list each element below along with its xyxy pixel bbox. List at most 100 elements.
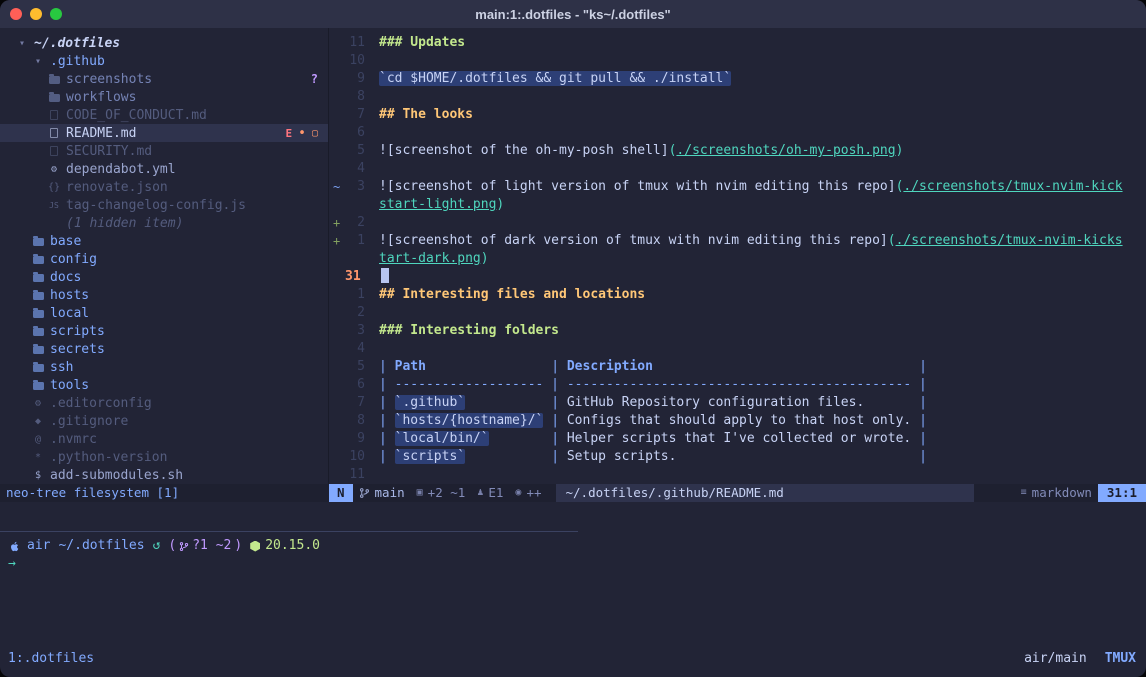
apple-icon: [8, 540, 21, 553]
line-text: ## The looks: [379, 106, 473, 124]
editor-line[interactable]: 5![screenshot of the oh-my-posh shell](.…: [329, 142, 1146, 160]
editor-line[interactable]: 3### Interesting folders: [329, 322, 1146, 340]
editor-line[interactable]: 6: [329, 124, 1146, 142]
folder-icon: [30, 380, 46, 390]
tree-item-add-submodules-sh[interactable]: $add-submodules.sh: [0, 466, 328, 484]
tree-item-tools[interactable]: tools: [0, 376, 328, 394]
prompt-git-status: ( ?1 ~2): [168, 537, 242, 555]
folder-icon: [30, 236, 46, 246]
editor-line[interactable]: 6| ------------------- | ---------------…: [329, 376, 1146, 394]
editor-line[interactable]: start-light.png): [329, 196, 1146, 214]
tree-item-code-of-conduct-md[interactable]: CODE_OF_CONDUCT.md: [0, 106, 328, 124]
editor-line[interactable]: 5| Path | Description |: [329, 358, 1146, 376]
tmux-statusbar: 1:.dotfiles air/main TMUX: [0, 645, 1146, 677]
tree-item-base[interactable]: base: [0, 232, 328, 250]
editor-line[interactable]: 10: [329, 52, 1146, 70]
sync-icon: ↺: [153, 537, 161, 555]
tree-item-badges: ?: [311, 72, 328, 86]
folder-icon: [30, 254, 46, 264]
gitsigns-column: +: [329, 232, 343, 250]
tree-item-editorconfig[interactable]: ⚙.editorconfig: [0, 394, 328, 412]
tree-item-workflows[interactable]: workflows: [0, 88, 328, 106]
line-text: ### Updates: [379, 34, 465, 52]
tree-item-config[interactable]: config: [0, 250, 328, 268]
gitsigns-column: [329, 88, 343, 106]
terminal-window: main:1:.dotfiles - "ks~/.dotfiles" ▾~/.d…: [0, 0, 1146, 677]
editor-line[interactable]: 1## Interesting files and locations: [329, 286, 1146, 304]
editor-line[interactable]: 9| `local/bin/` | Helper scripts that I'…: [329, 430, 1146, 448]
tree-item-nvmrc[interactable]: @.nvmrc: [0, 430, 328, 448]
minimize-button[interactable]: [30, 8, 42, 20]
close-button[interactable]: [10, 8, 22, 20]
tree-item-screenshots[interactable]: screenshots?: [0, 70, 328, 88]
editor-line[interactable]: 31: [329, 268, 1146, 286]
js-icon: JS: [46, 201, 62, 210]
editor-line[interactable]: 7## The looks: [329, 106, 1146, 124]
line-number: [343, 250, 365, 268]
git-status-counts: ?1 ~2: [192, 537, 231, 555]
line-text: ![screenshot of light version of tmux wi…: [379, 178, 1123, 196]
editor-line[interactable]: tart-dark.png): [329, 250, 1146, 268]
fullscreen-button[interactable]: [50, 8, 62, 20]
window-title: main:1:.dotfiles - "ks~/.dotfiles": [475, 7, 670, 22]
tree-item-scripts[interactable]: scripts: [0, 322, 328, 340]
tree-item-dotfiles[interactable]: ▾~/.dotfiles: [0, 34, 328, 52]
window-controls: [10, 8, 62, 20]
line-number: 4: [343, 340, 365, 358]
editor-line[interactable]: 2: [329, 304, 1146, 322]
tree-item-tag-changelog-config-js[interactable]: JS tag-changelog-config.js: [0, 196, 328, 214]
editor-line[interactable]: ~3 ![screenshot of light version of tmux …: [329, 178, 1146, 196]
tree-item-dependabot-yml[interactable]: ⚙dependabot.yml: [0, 160, 328, 178]
tree-item-renovate-json[interactable]: {}renovate.json: [0, 178, 328, 196]
line-number: 31: [343, 268, 367, 286]
tree-item-label: CODE_OF_CONDUCT.md: [66, 108, 207, 123]
tree-item-1-hidden-item[interactable]: (1 hidden item): [0, 214, 328, 232]
editor-line[interactable]: +1![screenshot of dark version of tmux w…: [329, 232, 1146, 250]
tree-item-gitignore[interactable]: ◆.gitignore: [0, 412, 328, 430]
shell-pane[interactable]: air ~/.dotfiles ↺ ( ?1 ~2) 20.15.0 →: [0, 532, 1146, 645]
copilot-segment: ◉ ++: [509, 484, 547, 502]
editor-line[interactable]: 4: [329, 340, 1146, 358]
tree-item-python-version[interactable]: *.python-version: [0, 448, 328, 466]
line-number: 7: [343, 394, 365, 412]
line-text: ### Interesting folders: [379, 322, 559, 340]
tree-item-label: renovate.json: [66, 180, 168, 195]
editor-buffer[interactable]: 11### Updates109`cd $HOME/.dotfiles && g…: [329, 28, 1146, 484]
tree-item-label: dependabot.yml: [66, 162, 176, 177]
chevron-icon: ▾: [30, 56, 46, 67]
filetype-segment: ≡ markdown: [1015, 484, 1098, 502]
gitsigns-column: [329, 286, 343, 304]
editor-line[interactable]: 8: [329, 88, 1146, 106]
tree-item-readme-md[interactable]: README.mdE•▢: [0, 124, 328, 142]
tree-item-secrets[interactable]: secrets: [0, 340, 328, 358]
editor-line[interactable]: +2: [329, 214, 1146, 232]
tree-item-label: tag-changelog-config.js: [66, 198, 246, 213]
gitsigns-column: ~: [329, 178, 343, 196]
line-number: 3: [343, 178, 365, 196]
tree-item-label: README.md: [66, 126, 136, 141]
tmux-window-tab[interactable]: 1:.dotfiles: [8, 651, 94, 666]
folder-icon: [30, 272, 46, 282]
tree-item-github[interactable]: ▾.github: [0, 52, 328, 70]
statusline-row: neo-tree filesystem [1] N main ▣ +2 ~1 ♟…: [0, 484, 1146, 502]
editor-line[interactable]: 10| `scripts` | Setup scripts. |: [329, 448, 1146, 466]
editor-line[interactable]: 9`cd $HOME/.dotfiles && git pull && ./in…: [329, 70, 1146, 88]
line-text: start-light.png): [379, 196, 504, 214]
tree-item-label: .python-version: [50, 450, 167, 465]
status-badge: ?: [311, 72, 318, 86]
gitsigns-column: [329, 322, 343, 340]
line-number: 9: [343, 430, 365, 448]
statusline-spacer: [974, 484, 1015, 502]
editor-line[interactable]: 11### Updates: [329, 34, 1146, 52]
tree-item-ssh[interactable]: ssh: [0, 358, 328, 376]
editor-line[interactable]: 4: [329, 160, 1146, 178]
tree-item-local[interactable]: local: [0, 304, 328, 322]
editor-line[interactable]: 11: [329, 466, 1146, 484]
tree-item-hosts[interactable]: hosts: [0, 286, 328, 304]
prompt-input-line[interactable]: →: [8, 555, 1146, 573]
git-branch-segment: main: [353, 484, 411, 502]
editor-line[interactable]: 7| `.github` | GitHub Repository configu…: [329, 394, 1146, 412]
editor-line[interactable]: 8| `hosts/{hostname}/` | Configs that sh…: [329, 412, 1146, 430]
tree-item-security-md[interactable]: SECURITY.md: [0, 142, 328, 160]
tree-item-docs[interactable]: docs: [0, 268, 328, 286]
